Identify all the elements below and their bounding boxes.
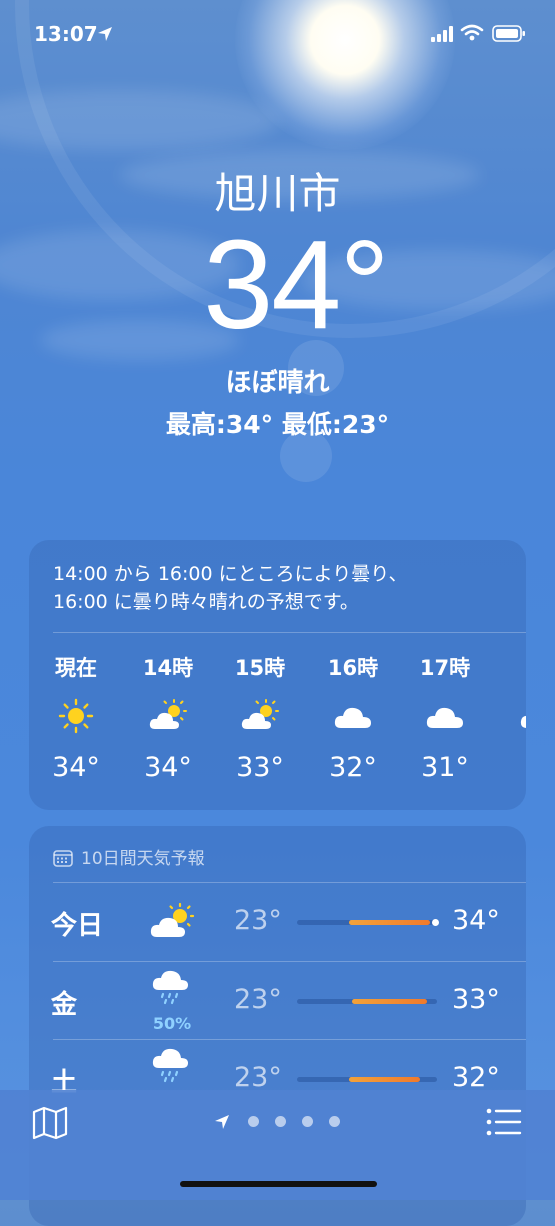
hour-temperature: 2 bbox=[499, 752, 526, 783]
temperature-range-bar bbox=[297, 999, 437, 1004]
hour-temperature: 34° bbox=[144, 752, 192, 783]
hour-label: 17時 bbox=[419, 656, 471, 680]
cellular-signal-icon bbox=[431, 26, 453, 42]
high-low-temperature: 最高:34° 最低:23° bbox=[165, 410, 390, 439]
hourly-forecast-card[interactable]: 14:00 から 16:00 にところにより曇り、 16:00 に曇り時々晴れの… bbox=[29, 540, 526, 810]
ten-day-title: 10日間天気予報 bbox=[81, 849, 205, 869]
hour-temperature: 33° bbox=[236, 752, 284, 783]
location-arrow-icon bbox=[215, 1115, 229, 1129]
battery-icon bbox=[492, 25, 525, 42]
home-indicator[interactable] bbox=[180, 1181, 377, 1187]
page-dot bbox=[248, 1116, 259, 1127]
sun-cloud-icon bbox=[150, 902, 195, 937]
day-name: 金 bbox=[51, 990, 78, 1020]
hour-temperature: 31° bbox=[421, 752, 469, 783]
day-low: 23° bbox=[234, 1062, 282, 1093]
day-row[interactable]: 今日 23° 34° bbox=[29, 883, 526, 961]
temperature-range-bar bbox=[297, 1077, 437, 1082]
hourly-scroller[interactable]: 現在 34° 14時 34° 15時 33° 16時 32° 17時 31° bbox=[29, 540, 526, 810]
hour-temperature: 32° bbox=[329, 752, 377, 783]
rain-cloud-icon bbox=[152, 970, 188, 1005]
cloud-icon bbox=[426, 707, 463, 728]
hour-label: 14時 bbox=[142, 656, 194, 680]
current-temperature: 34° bbox=[203, 214, 390, 355]
day-name: 今日 bbox=[51, 911, 104, 941]
wifi-icon bbox=[460, 24, 484, 41]
sun-icon bbox=[58, 698, 94, 734]
day-row[interactable]: 金 50% 23° 33° bbox=[29, 962, 526, 1040]
temperature-range-fill bbox=[349, 1077, 420, 1082]
hour-label: 現在 bbox=[55, 656, 97, 680]
cloud-icon bbox=[334, 707, 371, 728]
day-low: 23° bbox=[234, 984, 282, 1015]
hour-temperature: 34° bbox=[52, 752, 100, 783]
precipitation-chance: 50% bbox=[152, 1014, 192, 1033]
day-high: 32° bbox=[452, 1062, 500, 1093]
page-dot bbox=[275, 1116, 286, 1127]
day-high: 33° bbox=[452, 984, 500, 1015]
ten-day-header: 10日間天気予報 bbox=[53, 844, 205, 869]
cloud-icon bbox=[520, 715, 526, 728]
temperature-range-bar bbox=[297, 919, 439, 926]
page-dot bbox=[329, 1116, 340, 1127]
day-high: 34° bbox=[452, 905, 500, 936]
page-dot bbox=[302, 1116, 313, 1127]
list-icon[interactable] bbox=[486, 1108, 522, 1136]
calendar-icon bbox=[53, 850, 73, 867]
sun-cloud-icon bbox=[241, 699, 279, 729]
hour-label: 15時 bbox=[234, 656, 286, 680]
status-time: 13:07 bbox=[34, 22, 98, 46]
current-temp-marker bbox=[432, 919, 439, 926]
map-icon[interactable] bbox=[32, 1106, 68, 1140]
temperature-range-fill bbox=[352, 999, 427, 1004]
status-bar: 13:07 bbox=[0, 22, 555, 52]
current-condition: ほぼ晴れ bbox=[225, 368, 330, 398]
location-arrow-icon bbox=[98, 27, 112, 41]
rain-cloud-icon bbox=[152, 1048, 188, 1083]
temperature-range-fill bbox=[349, 920, 430, 925]
day-low: 23° bbox=[234, 905, 282, 936]
hour-label: 18 bbox=[499, 652, 526, 676]
sun-cloud-icon bbox=[149, 699, 187, 729]
hour-label: 16時 bbox=[327, 656, 379, 680]
